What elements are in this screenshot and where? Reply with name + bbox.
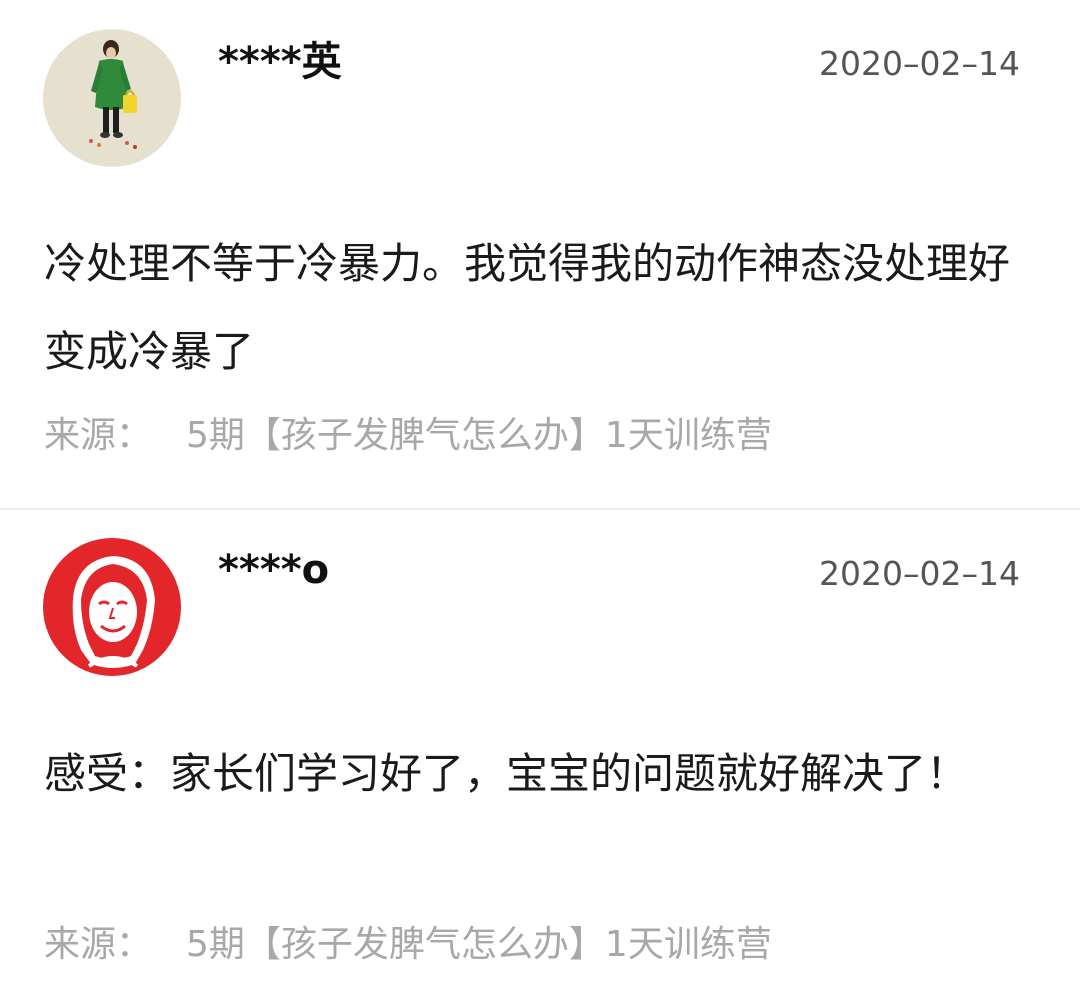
comment-date: 2020–02–14 [819,44,1020,83]
user-avatar-icon[interactable] [43,29,181,167]
comment-content: 冷处理不等于冷暴力。我觉得我的动作神态没处理好变成冷暴了 [44,239,1011,376]
source-text: 5期【孩子发脾气怎么办】1天训练营 [186,415,772,456]
comment-source[interactable]: 来源： 5期【孩子发脾气怎么办】1天训练营 [44,414,772,458]
source-text: 5期【孩子发脾气怎么办】1天训练营 [186,924,772,965]
avatar-illustration [43,538,181,676]
avatar-illustration [43,29,181,167]
comment-list: ****英 2020–02–14 冷处理不等于冷暴力。我觉得我的动作神态没处理好… [0,0,1080,1008]
comment-content: 感受：家长们学习好了，宝宝的问题就好解决了！ [44,749,969,798]
comment-source[interactable]: 来源： 5期【孩子发脾气怎么办】1天训练营 [44,923,772,967]
comment-date: 2020–02–14 [819,554,1020,593]
username: ****o [218,547,330,593]
user-avatar-icon[interactable] [43,538,181,676]
comment-item: ****英 2020–02–14 冷处理不等于冷暴力。我觉得我的动作神态没处理好… [0,0,1080,508]
source-label: 来源： [44,415,153,456]
comment-item: ****o 2020–02–14 感受：家长们学习好了，宝宝的问题就好解决了！ … [0,510,1080,1008]
source-label: 来源： [44,924,153,965]
username: ****英 [218,39,342,85]
